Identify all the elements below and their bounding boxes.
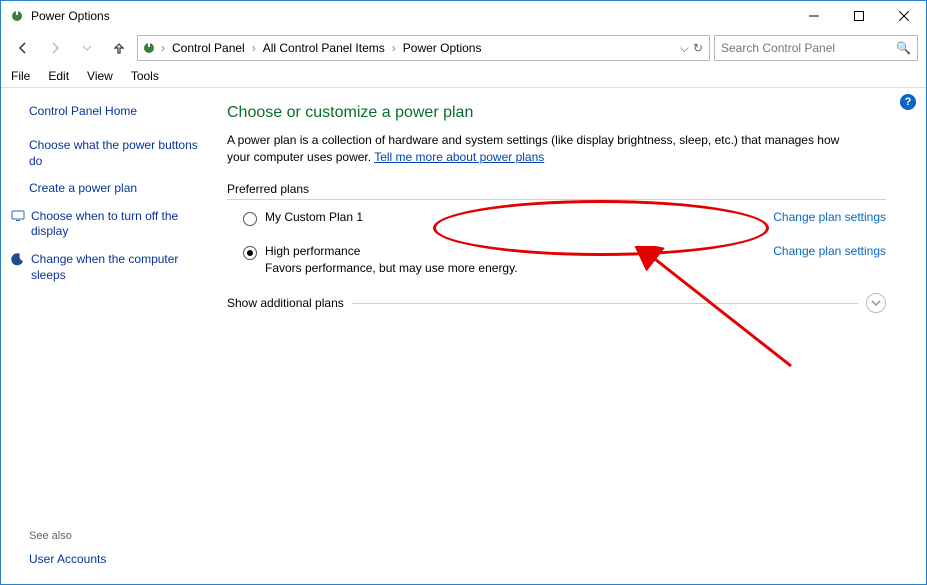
search-placeholder: Search Control Panel: [721, 41, 835, 55]
forward-button[interactable]: [41, 34, 69, 62]
show-additional-label: Show additional plans: [227, 296, 344, 310]
close-button[interactable]: [881, 1, 926, 31]
chevron-right-icon: ›: [251, 41, 257, 55]
sidebar-link-create-plan[interactable]: Create a power plan: [29, 181, 203, 197]
refresh-icon[interactable]: ↻: [693, 41, 703, 55]
minimize-button[interactable]: [791, 1, 836, 31]
up-button[interactable]: [105, 34, 133, 62]
page-description: A power plan is a collection of hardware…: [227, 132, 846, 166]
preferred-plans-header: Preferred plans: [227, 182, 886, 200]
more-about-plans-link[interactable]: Tell me more about power plans: [374, 150, 544, 164]
breadcrumb-item[interactable]: Control Panel: [168, 41, 249, 55]
page-title: Choose or customize a power plan: [227, 104, 846, 122]
menu-tools[interactable]: Tools: [131, 69, 159, 83]
sidebar: Control Panel Home Choose what the power…: [1, 88, 211, 584]
sidebar-item-label: Change when the computer sleeps: [31, 252, 203, 283]
window-title: Power Options: [31, 9, 110, 23]
control-panel-home-link[interactable]: Control Panel Home: [29, 104, 203, 118]
maximize-button[interactable]: [836, 1, 881, 31]
search-icon: 🔍: [896, 41, 911, 55]
chevron-down-icon[interactable]: [866, 293, 886, 313]
sidebar-item-label: Choose what the power buttons do: [29, 138, 203, 169]
change-plan-settings-link[interactable]: Change plan settings: [773, 210, 886, 224]
main-panel: ? Choose or customize a power plan A pow…: [211, 88, 926, 584]
help-icon[interactable]: ?: [900, 94, 916, 110]
menu-view[interactable]: View: [87, 69, 113, 83]
moon-icon: [11, 252, 25, 266]
sidebar-link-computer-sleeps[interactable]: Change when the computer sleeps: [29, 252, 203, 283]
sidebar-link-power-buttons[interactable]: Choose what the power buttons do: [29, 138, 203, 169]
sidebar-item-label: Create a power plan: [29, 181, 137, 197]
breadcrumb[interactable]: › Control Panel › All Control Panel Item…: [137, 35, 710, 61]
plan-name: My Custom Plan 1: [265, 210, 363, 224]
sidebar-item-label: Choose when to turn off the display: [31, 209, 203, 240]
chevron-right-icon: ›: [391, 41, 397, 55]
breadcrumb-item[interactable]: Power Options: [399, 41, 486, 55]
plan-row: My Custom Plan 1 Change plan settings: [227, 210, 846, 226]
address-bar-row: › Control Panel › All Control Panel Item…: [1, 31, 926, 65]
dropdown-icon[interactable]: ⌵: [680, 41, 689, 56]
plan-row: High performance Favors performance, but…: [227, 244, 846, 275]
sidebar-link-turnoff-display[interactable]: Choose when to turn off the display: [29, 209, 203, 240]
window-controls: [791, 1, 926, 31]
sidebar-link-user-accounts[interactable]: User Accounts: [29, 552, 203, 566]
power-options-icon: [140, 39, 158, 57]
change-plan-settings-link[interactable]: Change plan settings: [773, 244, 886, 258]
radio-my-custom-plan[interactable]: [243, 212, 257, 226]
radio-high-performance[interactable]: [243, 246, 257, 260]
breadcrumb-item[interactable]: All Control Panel Items: [259, 41, 389, 55]
recent-locations-button[interactable]: [73, 34, 101, 62]
see-also-header: See also: [29, 530, 203, 542]
menu-edit[interactable]: Edit: [48, 69, 69, 83]
back-button[interactable]: [9, 34, 37, 62]
plan-description: Favors performance, but may use more ene…: [265, 261, 518, 275]
plan-name: High performance: [265, 244, 518, 258]
menu-bar: File Edit View Tools: [1, 65, 926, 88]
display-icon: [11, 209, 25, 223]
show-additional-plans-row[interactable]: Show additional plans: [227, 293, 886, 313]
menu-file[interactable]: File: [11, 69, 30, 83]
search-input[interactable]: Search Control Panel 🔍: [714, 35, 918, 61]
titlebar[interactable]: Power Options: [1, 1, 926, 31]
power-options-icon: [9, 8, 25, 24]
chevron-right-icon: ›: [160, 41, 166, 55]
